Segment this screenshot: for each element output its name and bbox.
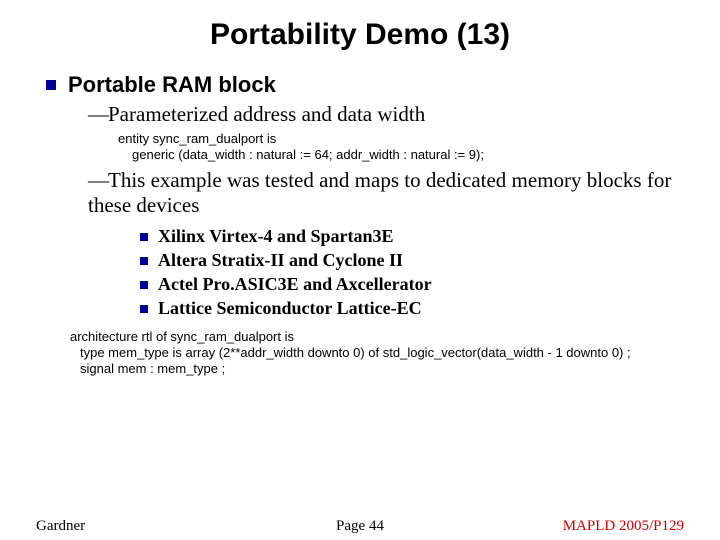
heading-row: Portable RAM block [46,72,680,98]
code-block-entity: entity sync_ram_dualport is generic (dat… [118,131,680,164]
square-bullet-icon [140,305,148,313]
heading-text: Portable RAM block [68,72,276,97]
code-block-architecture: architecture rtl of sync_ram_dualport is… [70,329,680,378]
code-line: type mem_type is array (2**addr_width do… [80,345,680,361]
code-line: architecture rtl of sync_ram_dualport is [70,329,680,345]
subpoint-2-text: This example was tested and maps to dedi… [88,168,671,217]
subpoint-1-text: Parameterized address and data width [108,102,425,126]
square-bullet-icon [140,281,148,289]
subpoint-2: —This example was tested and maps to ded… [88,168,680,218]
square-bullet-icon [140,257,148,265]
code-line: signal mem : mem_type ; [80,361,680,377]
square-bullet-icon [140,233,148,241]
footer-conference: MAPLD 2005/P129 [563,518,684,535]
slide-title: Portability Demo (13) [40,18,680,52]
slide: Portability Demo (13) Portable RAM block… [0,0,720,540]
device-item: Xilinx Virtex-4 and Spartan3E [140,226,680,247]
device-text: Xilinx Virtex-4 and Spartan3E [158,226,394,246]
device-text: Lattice Semiconductor Lattice-EC [158,298,422,318]
device-item: Lattice Semiconductor Lattice-EC [140,298,680,319]
device-text: Actel Pro.ASIC3E and Axcellerator [158,274,432,294]
code-line: generic (data_width : natural := 64; add… [132,147,680,163]
device-item: Altera Stratix-II and Cyclone II [140,250,680,271]
device-item: Actel Pro.ASIC3E and Axcellerator [140,274,680,295]
subpoint-1: —Parameterized address and data width [88,102,680,127]
device-text: Altera Stratix-II and Cyclone II [158,250,403,270]
dash-icon: — [88,102,102,127]
square-bullet-icon [46,80,56,90]
code-line: entity sync_ram_dualport is [118,131,680,147]
dash-icon: — [88,168,102,193]
